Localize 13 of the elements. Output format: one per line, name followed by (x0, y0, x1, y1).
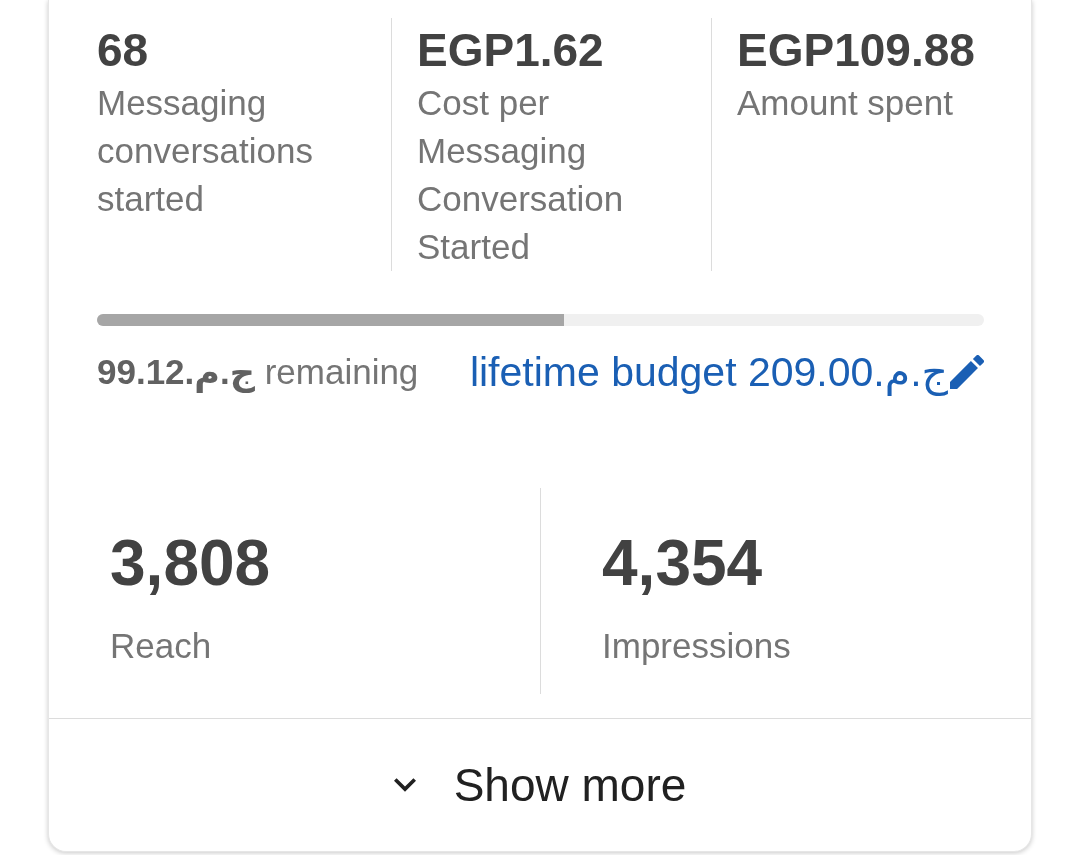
stat-label: Amount spent (737, 82, 954, 124)
stat-value: EGP109.88 (737, 26, 976, 74)
edit-budget-link[interactable]: lifetime budget ج.م.209.00 (469, 346, 984, 398)
pencil-icon (950, 355, 984, 389)
metric-label: Impressions (602, 625, 792, 667)
stat-value: EGP1.62 (417, 26, 605, 74)
metric-value: 3,808 (110, 527, 272, 599)
metric-value: 4,354 (602, 527, 764, 599)
stat-value: 68 (97, 26, 150, 74)
metric-label: Reach (110, 625, 213, 667)
show-more-button[interactable]: Show more (393, 757, 687, 813)
stat-label: Messaging conversations started (97, 82, 314, 220)
stat-label: Cost per Messaging Conversation Started (417, 82, 625, 268)
